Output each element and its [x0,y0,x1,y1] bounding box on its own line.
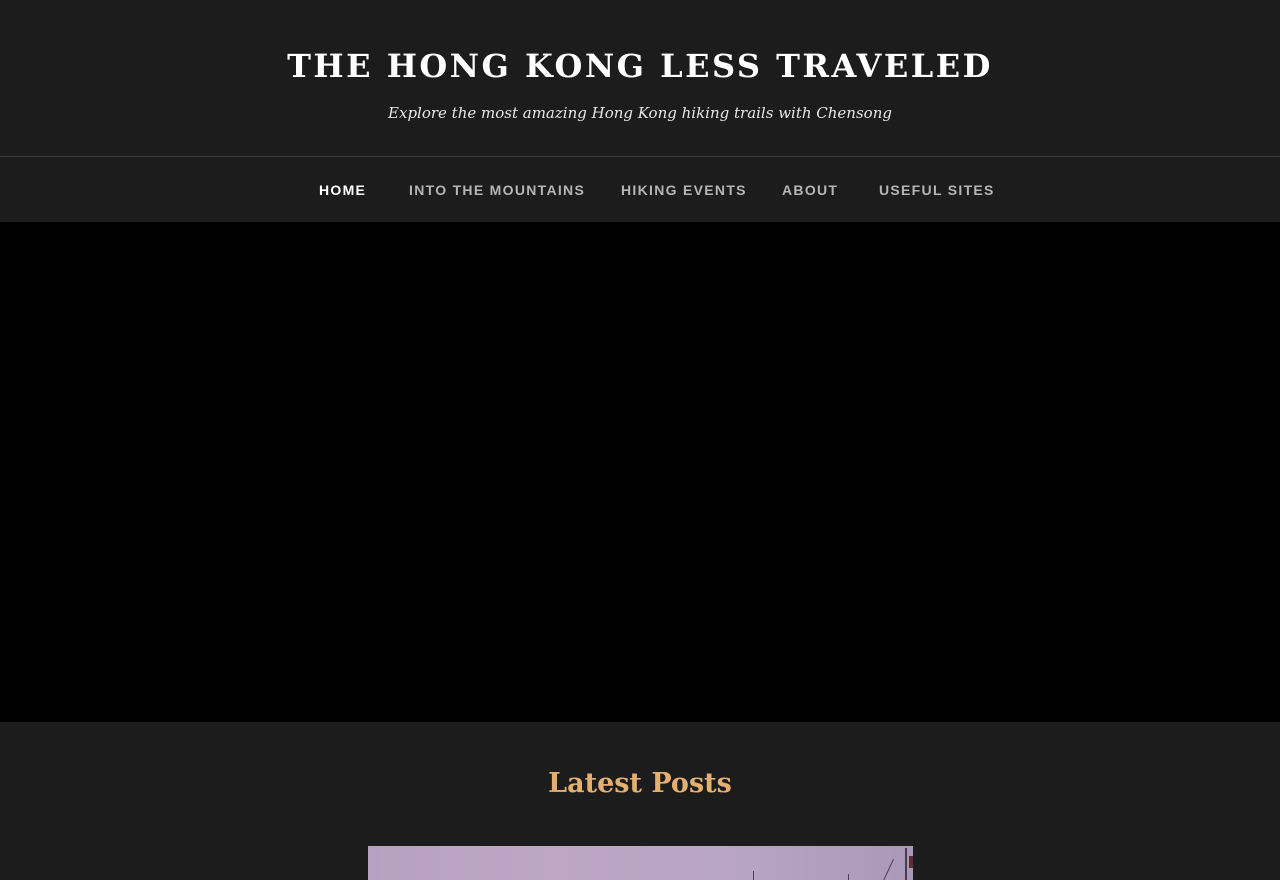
latest-posts-heading: Latest Posts [548,768,732,799]
site-title[interactable]: THE HONG KONG LESS TRAVELED [0,44,1280,88]
latest-posts-section: Latest Posts [0,722,1280,880]
nav-item-into-the-mountains[interactable]: INTO THE MOUNTAINS [409,157,585,221]
post-thumbnail-image[interactable] [368,846,913,880]
boat-mast-shape [905,848,907,880]
boat-mast-shape [753,871,754,880]
hero-banner [0,222,1280,722]
nav-item-useful-sites[interactable]: USEFUL SITES [879,157,995,221]
nav-item-hiking-events[interactable]: HIKING EVENTS [621,157,747,221]
boat-mast-shape [848,874,849,880]
site-header: THE HONG KONG LESS TRAVELED Explore the … [0,0,1280,156]
site-tagline: Explore the most amazing Hong Kong hikin… [388,104,892,122]
rigging-line-shape [881,859,894,880]
nav-item-home[interactable]: HOME [319,157,366,221]
flag-shape [909,856,913,868]
main-navigation: HOME INTO THE MOUNTAINS HIKING EVENTS AB… [0,156,1280,221]
nav-item-about[interactable]: ABOUT [782,157,838,221]
